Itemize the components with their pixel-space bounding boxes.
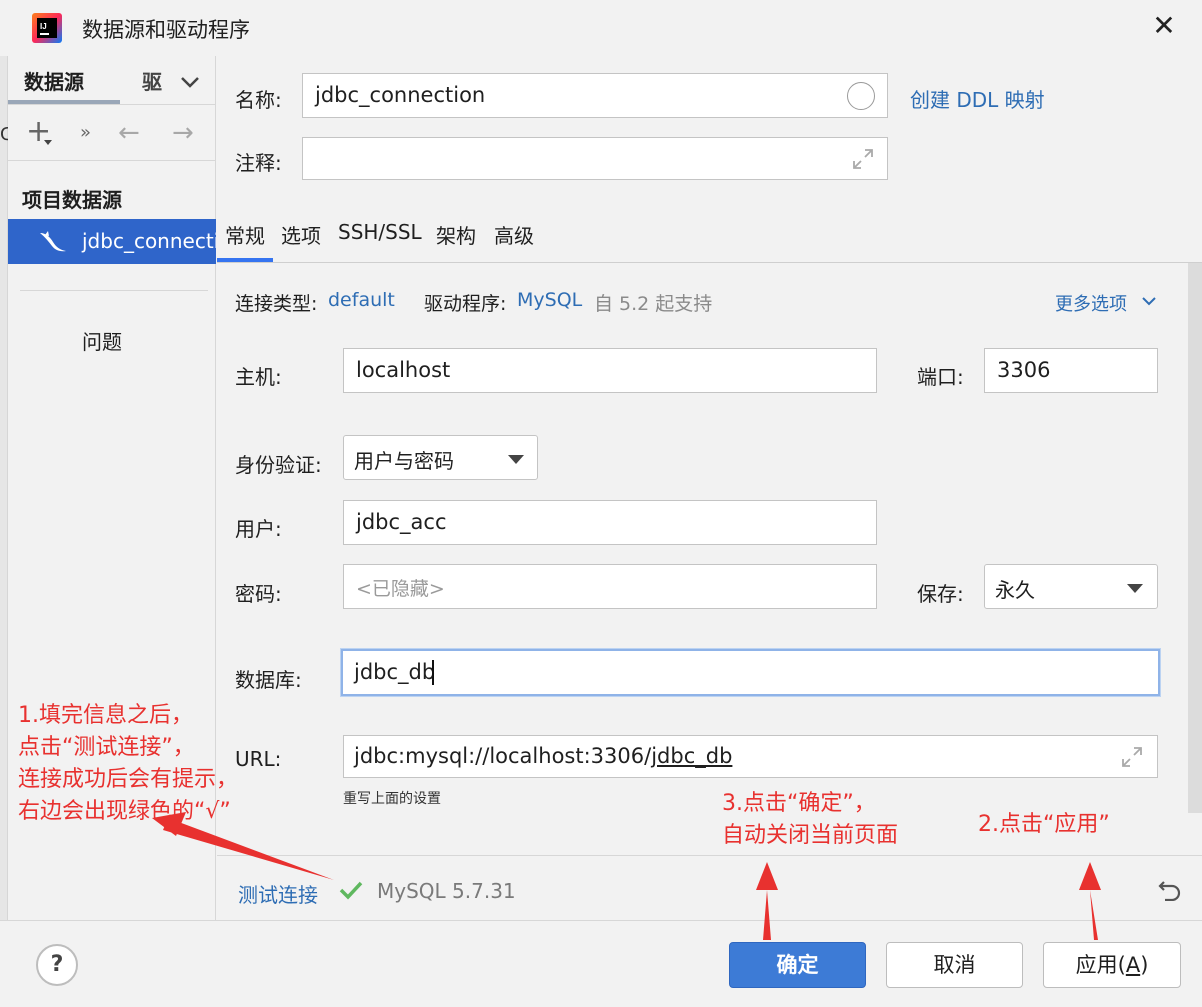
back-arrow-icon[interactable]: ← (118, 118, 140, 148)
check-icon (339, 881, 363, 900)
divider (8, 104, 216, 105)
annotation-line: 右边会出现绿色的“√” (18, 799, 231, 824)
connection-type-value[interactable]: default (328, 289, 395, 311)
annotation-note-2: 2.点击“应用” (978, 812, 1110, 837)
expand-icon[interactable] (851, 147, 875, 171)
comment-label: 注释: (235, 151, 282, 175)
port-input-value: 3306 (997, 358, 1051, 382)
url-database: jdbc_db (651, 744, 733, 768)
annotation-note-1: 1.填完信息之后， 点击“测试连接”， 连接成功后会有提示， 右边会出现绿色的“… (18, 700, 238, 828)
revert-icon[interactable] (1157, 877, 1183, 901)
problems-item[interactable]: 问题 (82, 326, 122, 355)
mysql-dolphin-icon (40, 231, 66, 252)
driver-support-note: 自 5.2 起支持 (594, 293, 713, 315)
chevron-down-icon[interactable] (1140, 293, 1158, 309)
window-title: 数据源和驱动程序 (82, 18, 250, 42)
database-input-value: jdbc_db (354, 660, 436, 684)
divider (20, 290, 208, 291)
port-input[interactable]: 3306 (984, 348, 1158, 393)
save-label: 保存: (917, 582, 964, 606)
url-input-value: jdbc:mysql://localhost:3306/jdbc_db (354, 744, 732, 768)
port-label: 端口: (917, 365, 964, 389)
apply-button-label: 应用( (1075, 953, 1126, 977)
ok-button[interactable]: 确定 (729, 942, 866, 988)
save-select[interactable]: 永久 (984, 564, 1158, 609)
save-select-value: 永久 (995, 578, 1035, 602)
auth-label: 身份验证: (235, 453, 322, 477)
svg-text:IJ: IJ (40, 22, 47, 31)
annotation-line: 3.点击“确定”， (722, 791, 876, 816)
annotation-line: 1.填完信息之后， (18, 703, 193, 728)
auth-select-value: 用户与密码 (354, 449, 454, 473)
add-dropdown-icon (44, 140, 52, 145)
test-result: MySQL 5.7.31 (377, 879, 516, 903)
url-prefix: jdbc:mysql://localhost:3306/ (354, 744, 652, 768)
status-bar (217, 855, 1202, 920)
comment-input[interactable] (302, 137, 888, 180)
sidebar-tab-drivers[interactable]: 驱 (142, 66, 162, 95)
annotation-line: 点击“测试连接”， (18, 735, 195, 760)
intellij-app-icon: IJ (32, 13, 62, 43)
url-input[interactable]: jdbc:mysql://localhost:3306/jdbc_db (343, 735, 1158, 778)
apply-button-suffix: ) (1140, 953, 1149, 977)
forward-arrow-icon[interactable]: → (172, 118, 194, 148)
connection-type-label: 连接类型: (235, 293, 318, 315)
database-input[interactable]: jdbc_db (341, 649, 1160, 696)
name-input-value: jdbc_connection (315, 83, 486, 107)
create-ddl-mapping-link[interactable]: 创建 DDL 映射 (910, 84, 1045, 113)
dropdown-arrow-icon (508, 455, 524, 464)
datasource-item-label: jdbc_connection (82, 229, 216, 253)
help-button[interactable]: ? (36, 944, 78, 986)
chevron-down-icon[interactable] (178, 70, 202, 94)
driver-link[interactable]: MySQL (517, 289, 582, 311)
scrollbar[interactable] (1188, 263, 1202, 813)
name-input[interactable]: jdbc_connection (302, 73, 888, 118)
override-settings-note: 重写上面的设置 (343, 791, 441, 807)
test-connection-link[interactable]: 测试连接 (238, 879, 318, 908)
cancel-button[interactable]: 取消 (886, 942, 1023, 988)
tab-advanced[interactable]: 高级 (494, 220, 534, 249)
apply-button[interactable]: 应用(A) (1043, 942, 1181, 988)
apply-mnemonic: A (1125, 953, 1141, 977)
database-label: 数据库: (235, 668, 302, 692)
host-input[interactable]: localhost (343, 348, 877, 393)
color-picker-icon[interactable] (847, 82, 875, 110)
tab-general[interactable]: 常规 (225, 220, 265, 249)
datasource-item[interactable]: jdbc_connection (8, 219, 216, 264)
user-label: 用户: (235, 517, 282, 541)
text-cursor (432, 660, 434, 685)
tab-schemas[interactable]: 架构 (436, 220, 476, 249)
tab-options[interactable]: 选项 (281, 220, 321, 249)
user-input[interactable]: jdbc_acc (343, 500, 877, 545)
more-icon[interactable]: » (80, 122, 91, 143)
password-input-placeholder: <已隐藏> (356, 578, 445, 600)
user-input-value: jdbc_acc (356, 510, 447, 534)
password-input[interactable]: <已隐藏> (343, 564, 877, 609)
host-label: 主机: (235, 365, 282, 389)
driver-label: 驱动程序: (424, 293, 507, 315)
background-window-edge (0, 0, 8, 1007)
password-label: 密码: (235, 582, 282, 606)
close-icon[interactable]: ✕ (1150, 10, 1178, 42)
host-input-value: localhost (356, 358, 451, 382)
expand-icon[interactable] (1120, 745, 1144, 769)
annotation-note-3: 3.点击“确定”， 自动关闭当前页面 (722, 788, 898, 852)
divider (8, 160, 216, 161)
name-label: 名称: (235, 88, 282, 112)
annotation-line: 自动关闭当前页面 (722, 823, 899, 848)
url-label: URL: (235, 747, 282, 771)
sidebar-tab-datasources[interactable]: 数据源 (24, 66, 84, 95)
annotation-line: 连接成功后会有提示， (18, 767, 239, 792)
more-options-link[interactable]: 更多选项 (1055, 290, 1127, 316)
group-title: 项目数据源 (22, 188, 122, 212)
tab-ssh-ssl[interactable]: SSH/SSL (338, 220, 422, 244)
auth-select[interactable]: 用户与密码 (343, 435, 538, 480)
dropdown-arrow-icon (1127, 584, 1143, 593)
